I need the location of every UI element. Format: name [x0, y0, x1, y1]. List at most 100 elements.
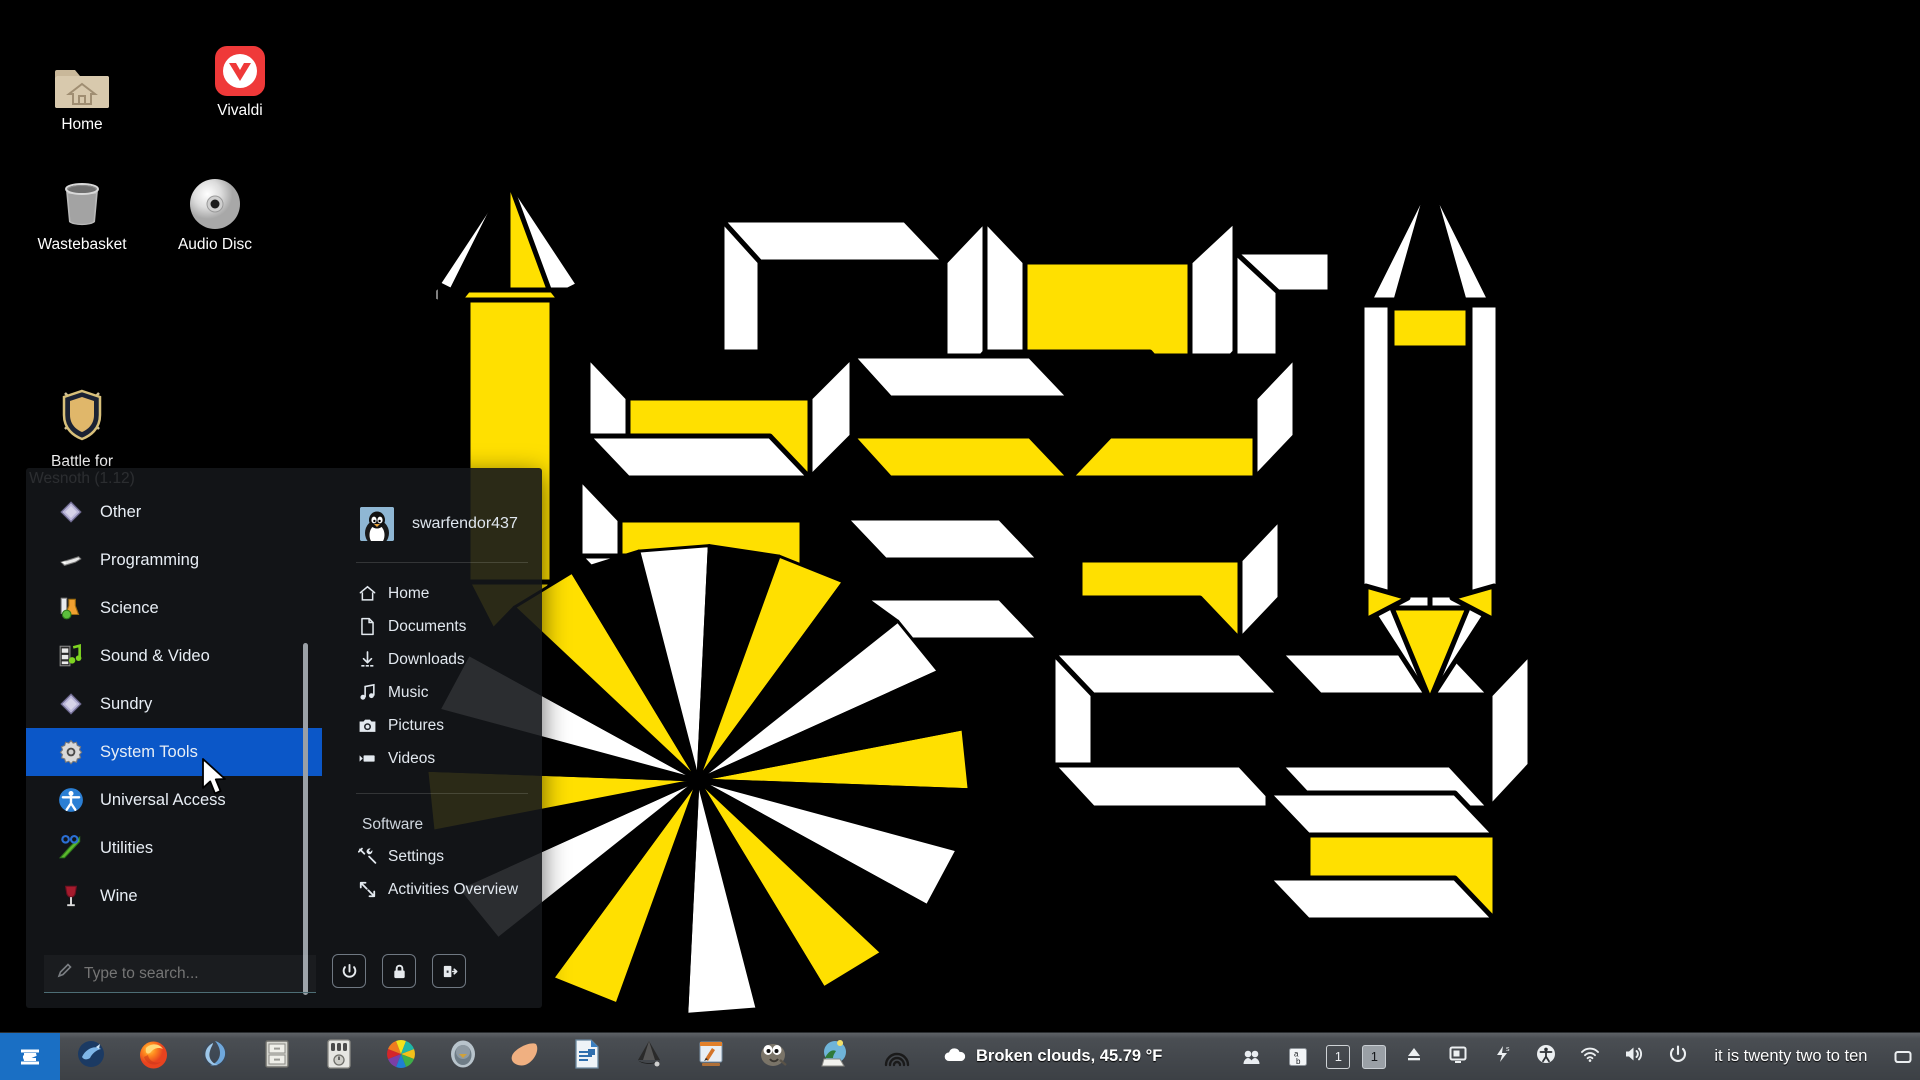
system-item-settings[interactable]: Settings — [342, 840, 542, 873]
scissors-icon — [58, 835, 84, 861]
shutdown-button[interactable] — [332, 954, 366, 988]
palemoon-icon — [200, 1039, 230, 1074]
system-item-activities-overview[interactable]: Activities Overview — [342, 873, 542, 906]
menu-scrollbar-thumb[interactable] — [303, 643, 308, 995]
software-section-header: Software — [342, 816, 542, 834]
tray-eject[interactable] — [1392, 1033, 1436, 1080]
cloud-icon — [944, 1047, 966, 1067]
taskbar-launcher-gimp[interactable] — [742, 1033, 804, 1080]
desktop-icon-label: Home — [24, 116, 140, 133]
taskbar-launcher-conky[interactable] — [866, 1033, 928, 1080]
taskbar-launcher-pale-moon[interactable] — [184, 1033, 246, 1080]
taskbar-launcher-inkscape[interactable] — [618, 1033, 680, 1080]
show-desktop-button[interactable] — [1881, 1033, 1920, 1080]
taskbar: Broken clouds, 45.79 °F a b 11 s — [0, 1032, 1920, 1080]
lock-button[interactable] — [382, 954, 416, 988]
place-label: Documents — [388, 618, 466, 636]
krita-icon — [696, 1039, 726, 1074]
menu-category-science[interactable]: Science — [26, 584, 322, 632]
desktop-icon-vivaldi[interactable]: Vivaldi — [182, 34, 298, 119]
menu-category-sundry[interactable]: Sundry — [26, 680, 322, 728]
menu-category-label: Sundry — [100, 695, 152, 714]
menu-category-system-tools[interactable]: System Tools — [26, 728, 322, 776]
penguin-avatar — [360, 507, 394, 541]
diamond-icon — [58, 691, 84, 717]
tray-network[interactable] — [1568, 1033, 1612, 1080]
search-input[interactable] — [84, 965, 304, 983]
workspace-switcher[interactable]: 11 — [1320, 1045, 1392, 1069]
taskbar-launcher-audio-mixer[interactable] — [308, 1033, 370, 1080]
menu-category-programming[interactable]: Programming — [26, 536, 322, 584]
video-call-icon[interactable] — [1232, 1033, 1276, 1080]
taskbar-launcher-image-viewer[interactable] — [804, 1033, 866, 1080]
eject-icon — [1404, 1044, 1424, 1069]
place-item-pictures[interactable]: Pictures — [342, 709, 542, 742]
gimp-icon — [758, 1040, 788, 1073]
zorin-menu-button[interactable] — [0, 1033, 60, 1080]
mixer-icon — [326, 1039, 352, 1074]
workspace-1[interactable]: 1 — [1326, 1045, 1350, 1069]
menu-category-label: Universal Access — [100, 791, 226, 810]
menu-category-utilities[interactable]: Utilities — [26, 824, 322, 872]
user-row[interactable]: swarfendor437 — [360, 504, 542, 544]
place-label: Home — [388, 585, 429, 603]
tray-power[interactable] — [1656, 1033, 1700, 1080]
ab-icon[interactable]: a b — [1276, 1033, 1320, 1080]
accessibility-tray-icon — [1536, 1044, 1556, 1069]
menu-category-label: Sound & Video — [100, 647, 210, 666]
logout-button[interactable] — [432, 954, 466, 988]
tray-brightness[interactable]: s — [1480, 1033, 1524, 1080]
desktop-icon-label: Vivaldi — [182, 102, 298, 119]
place-item-home[interactable]: Home — [342, 577, 542, 610]
desktop-icon-wastebasket[interactable]: Wastebasket — [24, 168, 140, 253]
taskbar-launcher-thunderbird[interactable] — [432, 1033, 494, 1080]
filing-cabinet-icon — [263, 1039, 291, 1074]
workspace-2[interactable]: 1 — [1362, 1045, 1386, 1069]
desktop-icon-audio-disc[interactable]: Audio Disc — [157, 168, 273, 253]
pinwheel-icon — [386, 1039, 416, 1074]
camera-icon — [356, 716, 378, 735]
place-item-videos[interactable]: Videos — [342, 742, 542, 775]
system-list: Settings Activities Overview — [342, 840, 542, 906]
taskbar-launcher-krita[interactable] — [680, 1033, 742, 1080]
desktop-screen: Home Vivaldi W — [0, 0, 1920, 1080]
taskbar-indicators: a b — [1232, 1033, 1320, 1080]
clock[interactable]: it is twenty two to ten — [1700, 1047, 1881, 1066]
taskbar-launcher-mango[interactable] — [494, 1033, 556, 1080]
taskbar-launcher-seamonkey[interactable] — [60, 1033, 122, 1080]
menu-category-universal-access[interactable]: Universal Access — [26, 776, 322, 824]
home-icon — [356, 584, 378, 603]
taskbar-launcher-file-manager[interactable] — [246, 1033, 308, 1080]
download-icon — [356, 650, 378, 669]
tray-display[interactable] — [1436, 1033, 1480, 1080]
vivaldi-icon — [182, 34, 298, 96]
menu-search-box[interactable] — [44, 955, 316, 993]
expand-arrows-icon — [356, 880, 378, 899]
svg-text:b: b — [1296, 1057, 1301, 1066]
menu-category-label: Utilities — [100, 839, 153, 858]
taskbar-launcher-libreoffice[interactable] — [556, 1033, 618, 1080]
tray-volume[interactable] — [1612, 1033, 1656, 1080]
place-item-downloads[interactable]: Downloads — [342, 643, 542, 676]
menu-category-label: System Tools — [100, 743, 198, 762]
menu-category-label: Wine — [100, 887, 138, 906]
menu-category-sound-video[interactable]: Sound & Video — [26, 632, 322, 680]
menu-category-other[interactable]: Other — [26, 488, 322, 536]
film-music-icon — [58, 643, 84, 669]
weather-indicator[interactable]: Broken clouds, 45.79 °F — [944, 1047, 1162, 1067]
accessibility-icon — [58, 787, 84, 813]
menu-category-wine[interactable]: Wine — [26, 872, 322, 920]
flask-icon — [58, 595, 84, 621]
taskbar-launcher-color-picker[interactable] — [370, 1033, 432, 1080]
weather-text: Broken clouds, 45.79 °F — [976, 1047, 1162, 1066]
desktop-icon-home[interactable]: Home — [24, 48, 140, 133]
tray-accessibility[interactable] — [1524, 1033, 1568, 1080]
place-item-documents[interactable]: Documents — [342, 610, 542, 643]
menu-scrollbar[interactable] — [303, 643, 308, 995]
taskbar-launcher-firefox[interactable] — [122, 1033, 184, 1080]
brightness-icon: s — [1492, 1044, 1512, 1069]
system-label: Settings — [388, 848, 444, 866]
display-icon — [1448, 1044, 1468, 1069]
zorin-logo-icon — [15, 1042, 45, 1072]
place-item-music[interactable]: Music — [342, 676, 542, 709]
